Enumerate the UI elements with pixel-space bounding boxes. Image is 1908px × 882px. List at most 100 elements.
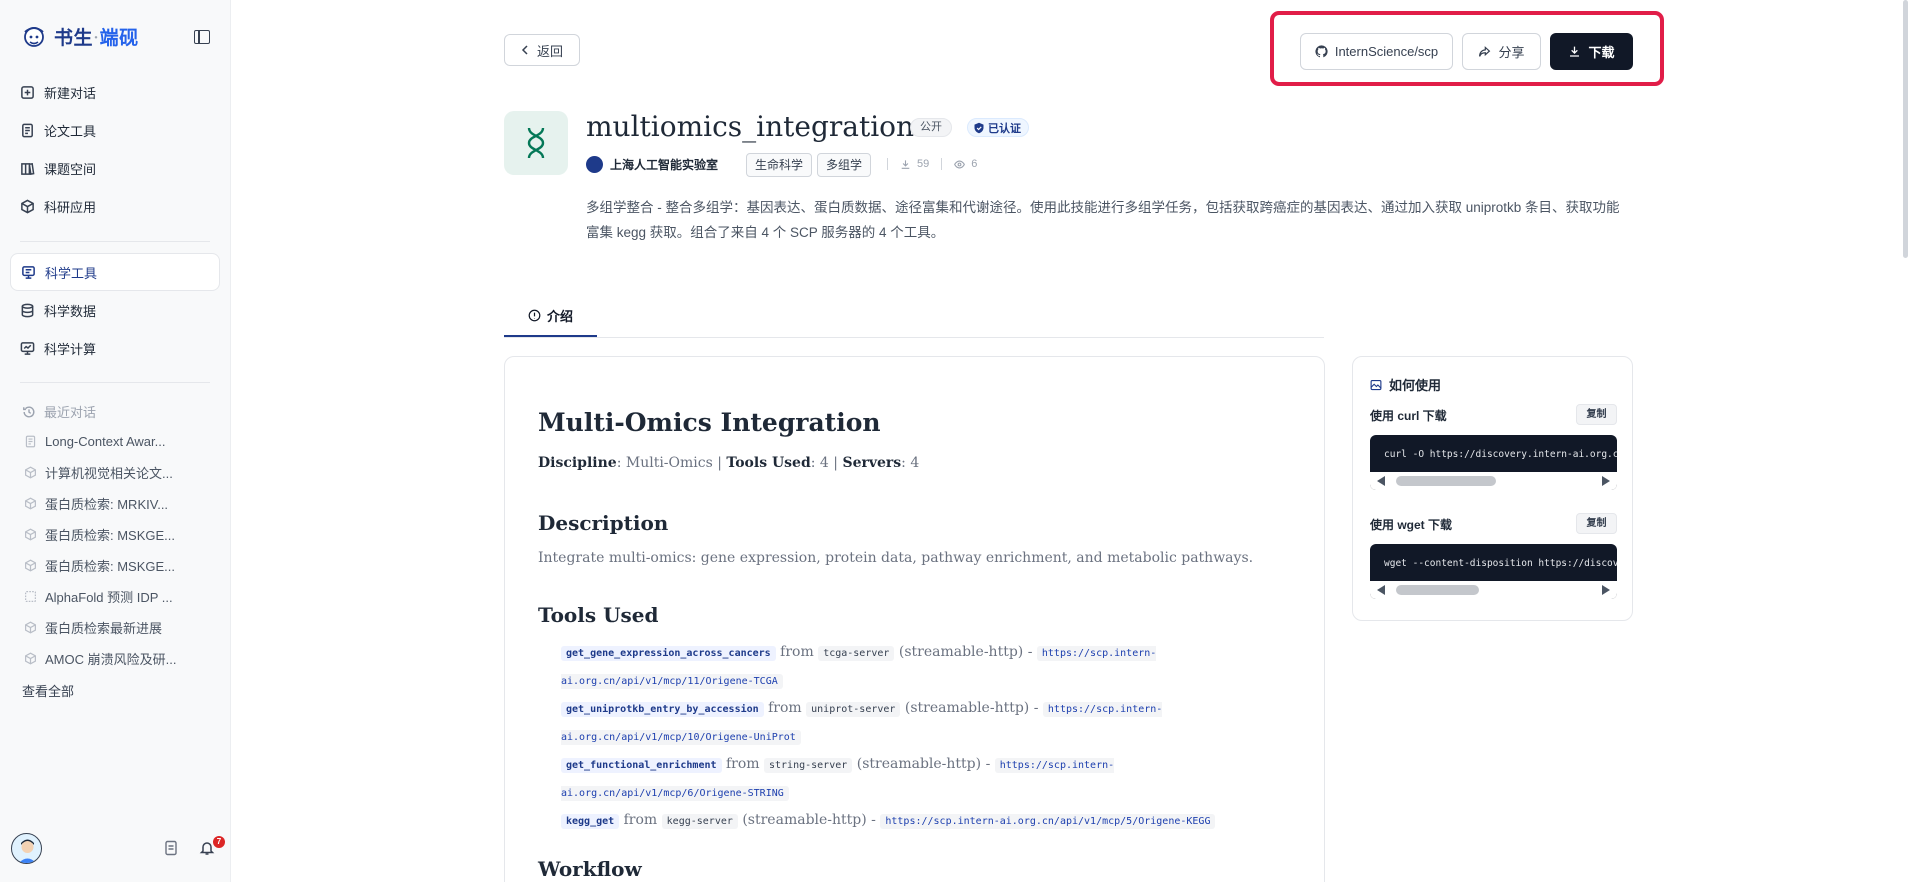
copy-wget-button[interactable]: 复制 (1576, 513, 1617, 534)
cube-icon (25, 652, 36, 665)
monitor-icon (20, 341, 35, 355)
curl-code-block[interactable]: curl -O https://discovery.intern-ai.org.… (1370, 435, 1617, 490)
divider (20, 241, 210, 242)
tool-url[interactable]: https://scp.intern-ai.org.cn/api/v1/mcp/… (880, 814, 1216, 829)
view-count: 6 (971, 158, 978, 170)
nav-research-apps[interactable]: 科研应用 (10, 187, 220, 225)
nav-label: 科学计算 (44, 341, 97, 357)
back-button[interactable]: 返回 (504, 34, 580, 66)
cube-icon (25, 621, 36, 634)
grid-icon (25, 591, 36, 602)
nav-science-tools[interactable]: 科学工具 (10, 253, 220, 291)
sidebar-collapse-icon[interactable] (194, 30, 210, 44)
copy-curl-button[interactable]: 复制 (1576, 404, 1617, 425)
tool-item: kegg_get from kegg-server (streamable-ht… (561, 807, 1221, 835)
nav-project-space[interactable]: 课题空间 (10, 149, 220, 187)
description-heading: Description (538, 511, 669, 535)
brand-name: 书生·端砚 (54, 26, 139, 49)
scroll-thumb[interactable] (1396, 585, 1479, 595)
tool-name: kegg_get (561, 814, 620, 829)
horizontal-scrollbar[interactable] (1370, 472, 1617, 490)
image-icon (1370, 379, 1382, 390)
share-label: 分享 (1498, 45, 1525, 60)
wget-code-block[interactable]: wget --content-disposition https://disco… (1370, 544, 1617, 599)
tool-server: string-server (764, 758, 853, 773)
recent-item[interactable]: 计算机视觉相关论文... (24, 457, 214, 488)
org[interactable]: 上海人工智能实验室 (586, 156, 718, 173)
recent-item[interactable]: AlphaFold 预测 IDP ... (24, 581, 214, 612)
wget-label: 使用 wget 下载 (1370, 518, 1453, 532)
page-scrollbar[interactable] (1903, 0, 1908, 258)
download-count-icon (901, 159, 910, 169)
nav-label: 科学工具 (45, 265, 98, 281)
recent-heading: 最近对话 (22, 402, 96, 421)
download-count: 59 (917, 158, 930, 170)
skill-title: multiomics_integration (586, 110, 915, 143)
scroll-right-icon[interactable] (1602, 585, 1610, 595)
scroll-right-icon[interactable] (1602, 476, 1610, 486)
brand-logo-icon (24, 27, 44, 47)
recent-item[interactable]: Long-Context Awar... (24, 426, 214, 457)
history-icon (23, 405, 35, 417)
dna-icon (527, 127, 545, 159)
how-to-use-title: 如何使用 (1370, 375, 1441, 394)
share-button[interactable]: 分享 (1462, 33, 1541, 70)
description-text: Integrate multi-omics: gene expression, … (538, 550, 1254, 566)
share-icon (1479, 46, 1491, 57)
repo-button[interactable]: InternScience/scp (1300, 33, 1453, 70)
chevron-left-icon (521, 45, 528, 55)
avatar[interactable] (11, 833, 42, 864)
scroll-left-icon[interactable] (1377, 476, 1385, 486)
scroll-thumb[interactable] (1396, 476, 1496, 486)
document-icon[interactable] (163, 840, 179, 856)
tool-server: uniprot-server (806, 702, 901, 717)
sidebar: 书生·端砚 新建对话 论文工具 课题空间 科研应用 科学工具 科学数据 科学计算… (0, 0, 231, 882)
cube-icon (25, 528, 36, 541)
recent-item[interactable]: 蛋白质检索: MRKIV... (24, 488, 214, 519)
nav-label: 新建对话 (44, 85, 97, 101)
download-button[interactable]: 下载 (1550, 33, 1633, 70)
wget-command: wget --content-disposition https://disco… (1384, 558, 1617, 569)
nav-science-compute[interactable]: 科学计算 (10, 329, 220, 367)
nav-new-chat[interactable]: 新建对话 (10, 73, 220, 111)
repo-label: InternScience/scp (1334, 44, 1439, 59)
book-icon (21, 162, 35, 175)
divider (887, 158, 888, 170)
org-logo-icon (586, 156, 603, 173)
tools-heading: Tools Used (538, 603, 659, 627)
horizontal-scrollbar[interactable] (1370, 581, 1617, 599)
recent-item[interactable]: 蛋白质检索最新进展 (24, 612, 214, 643)
recent-item[interactable]: AMOC 崩溃风险及研... (24, 643, 214, 674)
visibility-badge: 公开 (910, 118, 952, 137)
nav-label: 课题空间 (44, 161, 97, 177)
divider (20, 382, 210, 383)
cube-icon (25, 466, 36, 479)
tab-intro[interactable]: 介绍 (504, 296, 597, 337)
view-all-link[interactable]: 查看全部 (22, 681, 74, 700)
flask-icon (22, 265, 35, 279)
tool-server: tcga-server (818, 646, 895, 661)
avatar-image (18, 839, 37, 863)
back-label: 返回 (536, 43, 563, 59)
recent-item[interactable]: 蛋白质检索: MSKGE... (24, 550, 214, 581)
readme-title: Multi-Omics Integration (538, 408, 881, 437)
nav-paper-tools[interactable]: 论文工具 (10, 111, 220, 149)
nav-label: 论文工具 (44, 123, 97, 139)
nav-science-data[interactable]: 科学数据 (10, 291, 220, 329)
nav-label: 科研应用 (44, 199, 97, 215)
skill-icon (504, 111, 568, 175)
github-icon (1315, 45, 1328, 58)
tool-name: get_functional_enrichment (561, 758, 722, 773)
download-icon (1570, 46, 1580, 57)
scroll-left-icon[interactable] (1377, 585, 1385, 595)
brand[interactable]: 书生·端砚 (20, 22, 139, 50)
curl-command: curl -O https://discovery.intern-ai.org.… (1384, 449, 1617, 460)
cube-icon (21, 199, 34, 213)
how-to-use-card: 如何使用 使用 curl 下载 复制 curl -O https://disco… (1352, 356, 1633, 621)
info-icon (528, 309, 541, 322)
recent-item[interactable]: 蛋白质检索: MSKGE... (24, 519, 214, 550)
tag-multiomics[interactable]: 多组学 (817, 153, 872, 177)
tag-life-science[interactable]: 生命科学 (746, 153, 813, 177)
plus-square-icon (21, 85, 34, 99)
tab-divider (504, 337, 1324, 338)
